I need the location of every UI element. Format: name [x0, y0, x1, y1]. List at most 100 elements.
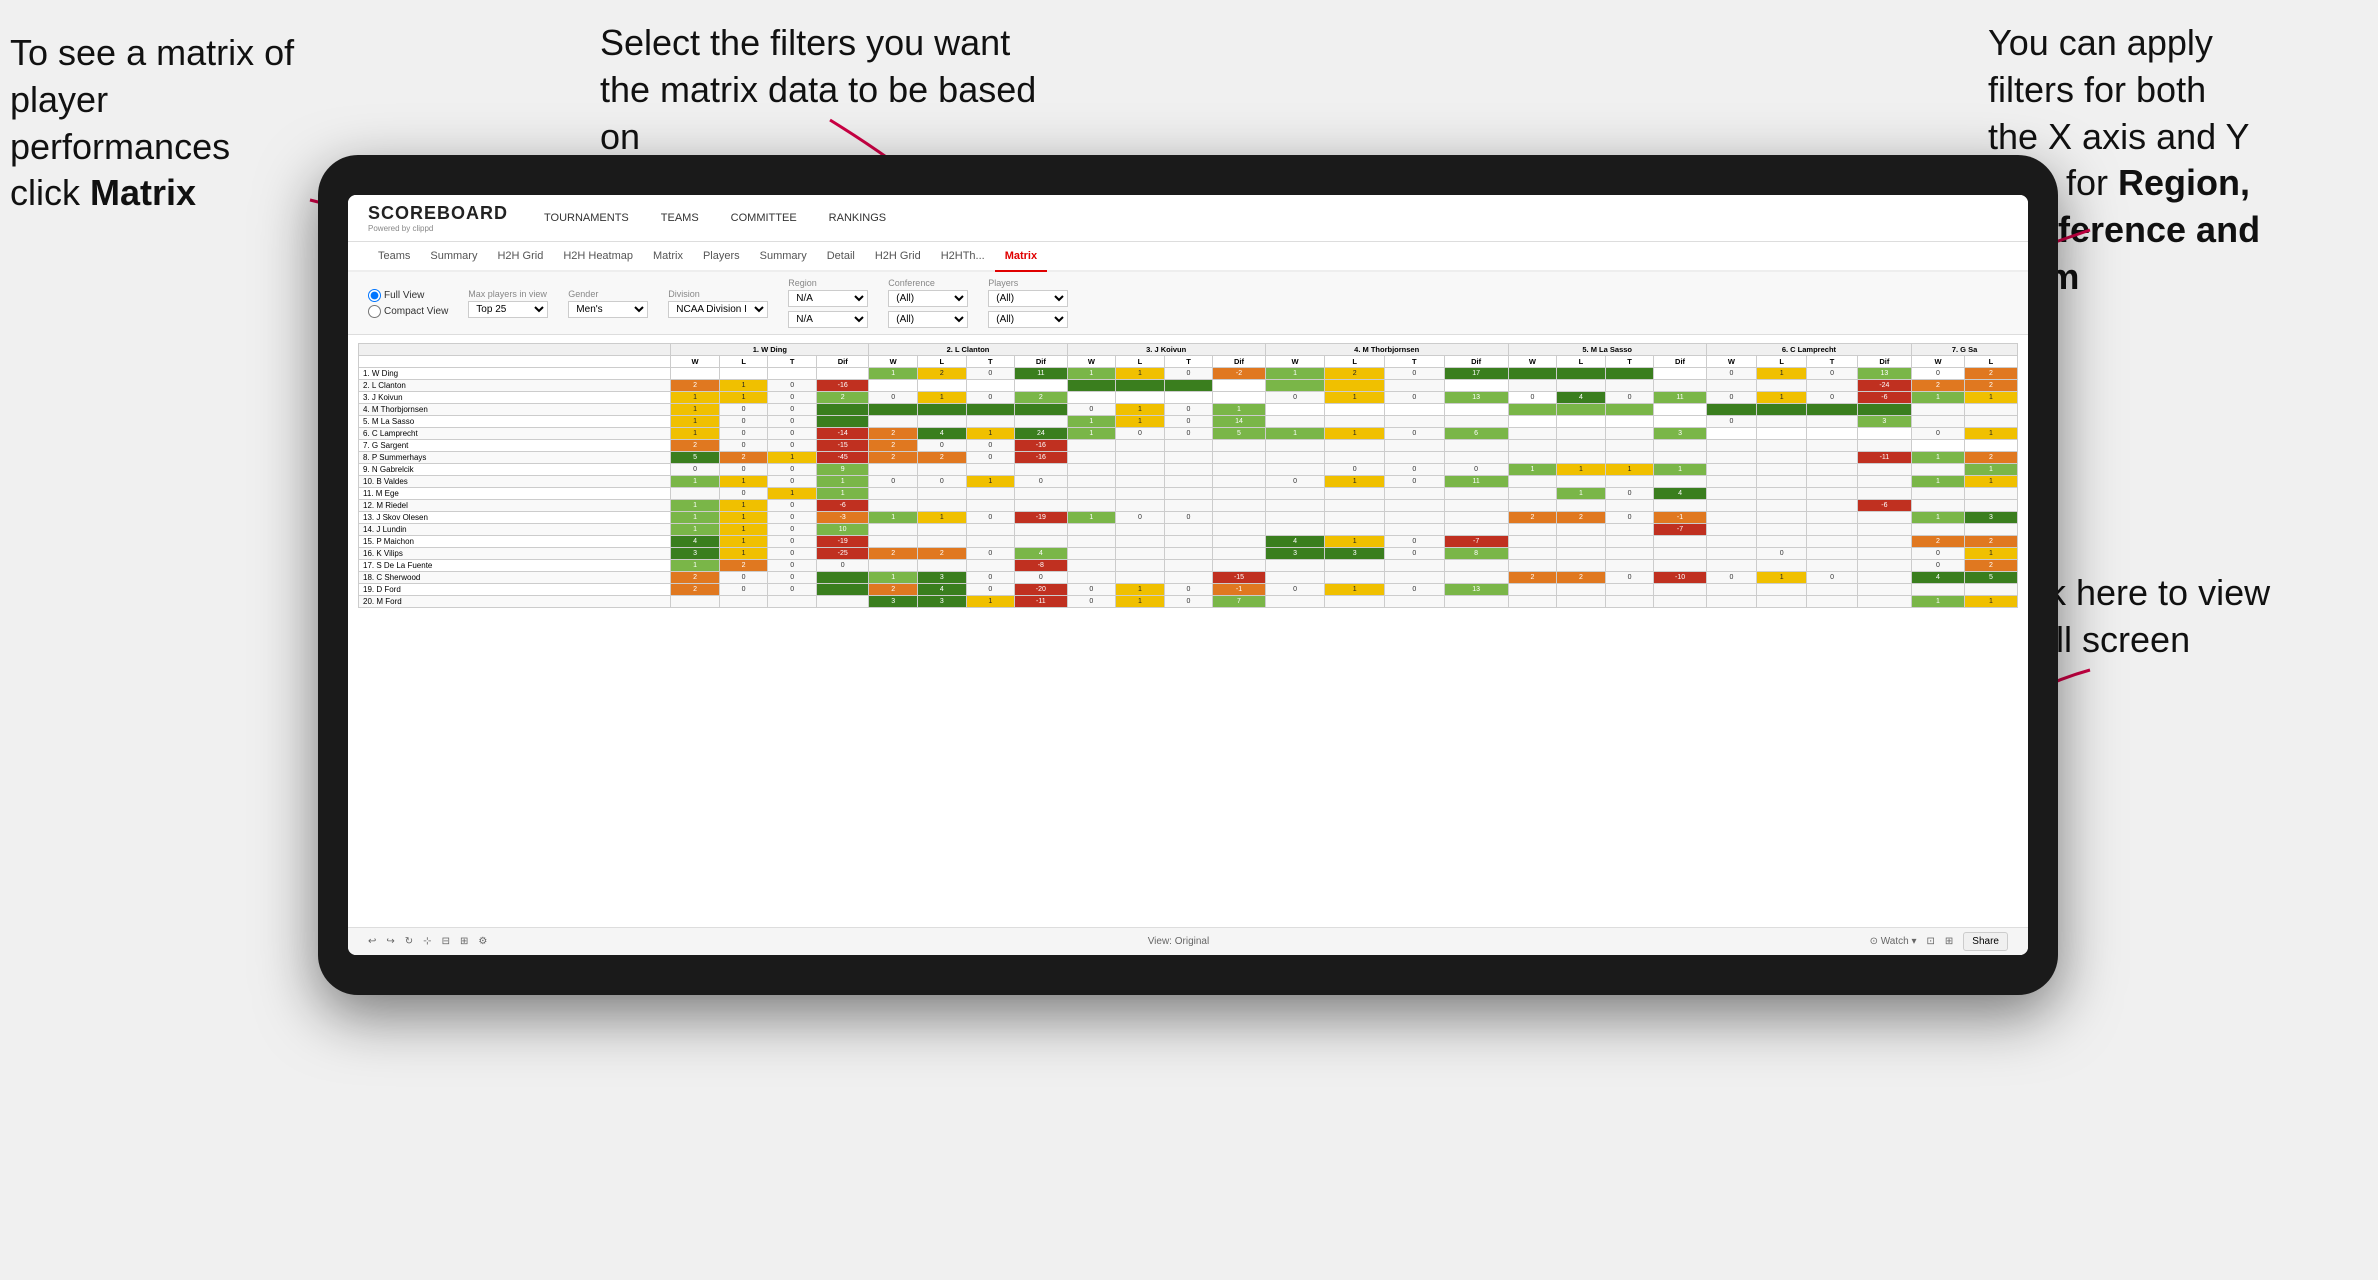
matrix-cell [1807, 440, 1857, 452]
matrix-cell: -7 [1444, 536, 1508, 548]
matrix-cell: -1 [1213, 584, 1265, 596]
tab-h2hth[interactable]: H2HTh... [931, 242, 995, 272]
watch-label[interactable]: ⊙ Watch ▾ [1870, 936, 1917, 947]
player-name-cell: 8. P Summerhays [359, 452, 671, 464]
compact-view-label[interactable]: Compact View [368, 305, 448, 318]
matrix-cell [1015, 404, 1067, 416]
matrix-cell: 0 [719, 464, 768, 476]
matrix-cell [1807, 500, 1857, 512]
tab-h2h-grid2[interactable]: H2H Grid [865, 242, 931, 272]
matrix-cell: 2 [917, 368, 966, 380]
matrix-cell [869, 536, 918, 548]
player-name-cell: 10. B Valdes [359, 476, 671, 488]
layout-icon[interactable]: ⊡ [1927, 936, 1935, 947]
players-select-y[interactable]: (All) [988, 311, 1068, 328]
matrix-cell [1557, 524, 1606, 536]
matrix-cell: 3 [1964, 512, 2017, 524]
conference-select-x[interactable]: (All) [888, 290, 968, 307]
conference-select-y[interactable]: (All) [888, 311, 968, 328]
matrix-cell: 1 [966, 476, 1015, 488]
matrix-cell [1706, 476, 1756, 488]
tab-teams[interactable]: Teams [368, 242, 420, 272]
matrix-cell [1444, 572, 1508, 584]
nav-rankings[interactable]: RANKINGS [823, 208, 892, 228]
matrix-cell [1757, 380, 1807, 392]
subhdr-d3: Dif [1213, 356, 1265, 368]
tab-summary[interactable]: Summary [420, 242, 487, 272]
matrix-cell: -15 [816, 440, 868, 452]
redo2-icon[interactable]: ↻ [405, 936, 413, 947]
matrix-cell [1757, 440, 1807, 452]
matrix-cell: -6 [1857, 500, 1911, 512]
tab-detail[interactable]: Detail [817, 242, 865, 272]
table-row: 2. L Clanton210-16-2422 [359, 380, 2018, 392]
zoom-out-icon[interactable]: ⊟ [442, 936, 450, 947]
player-name-cell: 17. S De La Fuente [359, 560, 671, 572]
matrix-cell [1605, 416, 1654, 428]
matrix-cell [869, 488, 918, 500]
region-select-y[interactable]: N/A [788, 311, 868, 328]
players-select-x[interactable]: (All) [988, 290, 1068, 307]
matrix-cell [1912, 404, 1965, 416]
redo-icon[interactable]: ↪ [386, 936, 394, 947]
compact-view-radio[interactable] [368, 305, 381, 318]
tab-summary2[interactable]: Summary [750, 242, 817, 272]
zoom-in-icon[interactable]: ⊞ [460, 936, 468, 947]
full-view-label[interactable]: Full View [368, 289, 448, 302]
tab-players[interactable]: Players [693, 242, 750, 272]
matrix-cell: 1 [1964, 548, 2017, 560]
matrix-cell: 0 [719, 584, 768, 596]
matrix-cell: 1 [1265, 428, 1325, 440]
matrix-cell [1265, 596, 1325, 608]
matrix-cell [1757, 536, 1807, 548]
cursor-icon[interactable]: ⊹ [423, 936, 431, 947]
matrix-cell [966, 536, 1015, 548]
matrix-cell [1067, 452, 1116, 464]
matrix-cell: -15 [1213, 572, 1265, 584]
matrix-cell [1807, 596, 1857, 608]
matrix-cell [1857, 404, 1911, 416]
matrix-area[interactable]: 1. W Ding 2. L Clanton 3. J Koivun 4. M … [348, 335, 2028, 927]
full-view-radio[interactable] [368, 289, 381, 302]
grid-icon[interactable]: ⊞ [1945, 936, 1953, 947]
division-select[interactable]: NCAA Division I [668, 301, 768, 318]
matrix-cell: 11 [1444, 476, 1508, 488]
matrix-cell [1164, 500, 1213, 512]
matrix-cell: 0 [1807, 368, 1857, 380]
tab-matrix-active[interactable]: Matrix [995, 242, 1047, 272]
matrix-cell: 3 [1857, 416, 1911, 428]
nav-teams[interactable]: TEAMS [655, 208, 705, 228]
tablet-device: SCOREBOARD Powered by clippd TOURNAMENTS… [318, 155, 2058, 995]
matrix-cell [1605, 560, 1654, 572]
undo-icon[interactable]: ↩ [368, 936, 376, 947]
tab-h2h-grid[interactable]: H2H Grid [487, 242, 553, 272]
nav-committee[interactable]: COMMITTEE [725, 208, 803, 228]
filter-players: Players (All) (All) [988, 278, 1068, 328]
matrix-cell: 0 [1912, 548, 1965, 560]
matrix-cell: 0 [768, 536, 817, 548]
matrix-cell [1807, 464, 1857, 476]
nav-tournaments[interactable]: TOURNAMENTS [538, 208, 635, 228]
col-header-lclanton: 2. L Clanton [869, 344, 1067, 356]
ann-tr-l1: You can apply [1988, 22, 2213, 63]
matrix-cell [1857, 596, 1911, 608]
matrix-cell: -10 [1654, 572, 1706, 584]
tab-matrix[interactable]: Matrix [643, 242, 693, 272]
max-players-select[interactable]: Top 25 [468, 301, 548, 318]
matrix-cell [1706, 512, 1756, 524]
matrix-cell: 1 [1912, 596, 1965, 608]
table-row: 11. M Ege011104 [359, 488, 2018, 500]
matrix-cell: 1 [719, 500, 768, 512]
share-button[interactable]: Share [1963, 932, 2008, 951]
region-select-x[interactable]: N/A [788, 290, 868, 307]
settings-icon[interactable]: ⚙ [478, 936, 487, 947]
matrix-cell [1265, 560, 1325, 572]
subhdr-d2: Dif [1015, 356, 1067, 368]
player-name-cell: 15. P Maichon [359, 536, 671, 548]
matrix-cell [1757, 524, 1807, 536]
matrix-cell: 1 [816, 476, 868, 488]
tab-h2h-heatmap[interactable]: H2H Heatmap [553, 242, 643, 272]
matrix-cell [1912, 488, 1965, 500]
matrix-cell: 1 [671, 392, 720, 404]
gender-select[interactable]: Men's [568, 301, 648, 318]
